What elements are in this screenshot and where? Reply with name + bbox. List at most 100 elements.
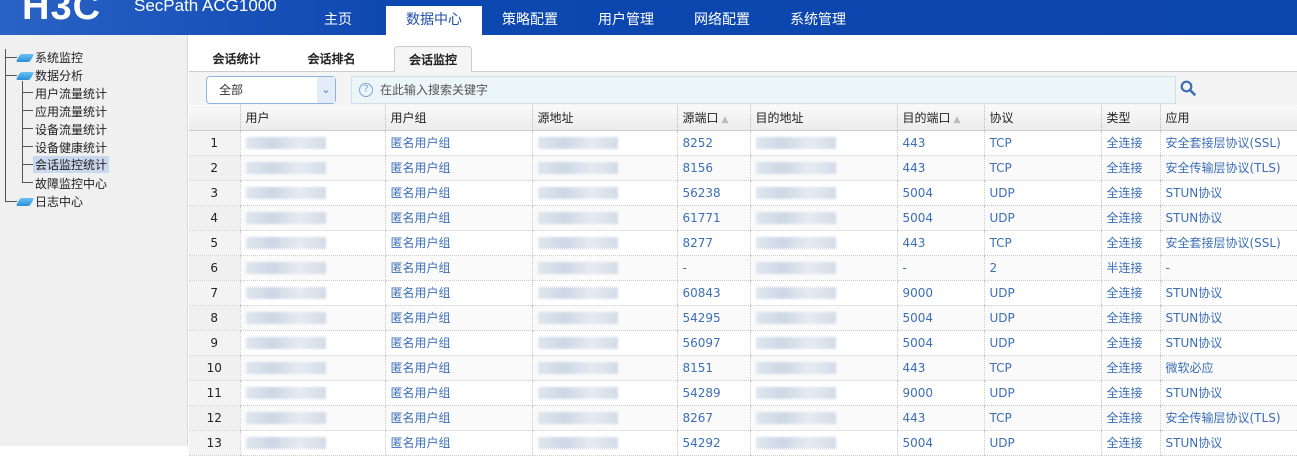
redacted-value: [245, 162, 326, 174]
column-header-dest-address[interactable]: 目的地址: [749, 105, 897, 131]
cell-user: [239, 355, 385, 381]
column-header-user-group[interactable]: 用户组: [384, 105, 532, 131]
cell-dest-address: [749, 280, 897, 306]
column-header-type[interactable]: 类型: [1100, 105, 1160, 131]
tree-line: [5, 201, 17, 202]
table-row[interactable]: 1 匿名用户组 8252 443 TCP 全连接 安全套接层协议(SSL): [189, 130, 1297, 156]
redacted-value: [245, 137, 326, 149]
table-row[interactable]: 10 匿名用户组 8151 443 TCP 全连接 微软必应: [189, 355, 1297, 381]
cell-source-port: 8151: [676, 355, 750, 381]
filter-select[interactable]: 全部 ⌄: [206, 76, 336, 104]
sidebar-group-data-analysis[interactable]: 数据分析: [15, 67, 83, 84]
table-row[interactable]: 5 匿名用户组 8277 443 TCP 全连接 安全套接层协议(SSL): [189, 230, 1297, 256]
sidebar-group-system-monitor[interactable]: 系统监控: [15, 49, 83, 66]
redacted-value: [755, 237, 836, 249]
sidebar-item-fault-monitor[interactable]: 故障监控中心: [35, 175, 107, 192]
cell-source-address: [531, 305, 677, 331]
cell-source-port: 8267: [676, 405, 750, 431]
cell-application: STUN协议: [1159, 330, 1297, 356]
cell-type: 全连接: [1100, 205, 1160, 231]
cell-source-port: 8252: [676, 130, 750, 156]
redacted-value: [537, 162, 618, 174]
cell-source-address: [531, 130, 677, 156]
tab-session-monitor[interactable]: 会话监控: [394, 46, 472, 73]
table-row[interactable]: 13 匿名用户组 54292 5004 UDP 全连接 STUN协议: [189, 430, 1297, 456]
cell-type: 全连接: [1100, 130, 1160, 156]
nav-system[interactable]: 系统管理: [770, 6, 866, 35]
nav-data-center[interactable]: 数据中心: [386, 6, 482, 35]
cell-user: [239, 155, 385, 181]
redacted-value: [537, 387, 618, 399]
column-header-source-port[interactable]: 源端口 ▲: [676, 105, 750, 131]
cell-user-group: 匿名用户组: [384, 255, 532, 281]
sidebar-group-log-center[interactable]: 日志中心: [15, 193, 84, 210]
cell-protocol: UDP: [983, 330, 1101, 356]
tab-session-ranking[interactable]: 会话排名: [294, 46, 369, 72]
table-row[interactable]: 9 匿名用户组 56097 5004 UDP 全连接 STUN协议: [189, 330, 1297, 356]
table-row[interactable]: 7 匿名用户组 60843 9000 UDP 全连接 STUN协议: [189, 280, 1297, 306]
sidebar-item-user-traffic[interactable]: 用户流量统计: [35, 85, 107, 102]
redacted-value: [755, 437, 836, 449]
cell-application: STUN协议: [1159, 205, 1297, 231]
table-row[interactable]: 12 匿名用户组 8267 443 TCP 全连接 安全传输层协议(TLS): [189, 405, 1297, 431]
table-row[interactable]: 4 匿名用户组 61771 5004 UDP 全连接 STUN协议: [189, 205, 1297, 231]
redacted-value: [755, 137, 836, 149]
cell-source-address: [531, 205, 677, 231]
cell-row-number: 9: [189, 330, 240, 356]
tab-session-stats[interactable]: 会话统计: [199, 46, 274, 72]
table-row[interactable]: 3 匿名用户组 56238 5004 UDP 全连接 STUN协议: [189, 180, 1297, 206]
cell-row-number: 6: [189, 255, 240, 281]
redacted-value: [537, 137, 618, 149]
search-input[interactable]: ? 在此输入搜索关键字: [351, 76, 1176, 104]
sidebar-item-device-health[interactable]: 设备健康统计: [35, 139, 107, 156]
table-row[interactable]: 11 匿名用户组 54289 9000 UDP 全连接 STUN协议: [189, 380, 1297, 406]
sort-icon[interactable]: ▲: [954, 115, 961, 125]
chevron-down-icon: ⌄: [317, 77, 335, 103]
sidebar-item-device-traffic[interactable]: 设备流量统计: [35, 121, 107, 138]
cell-application: 安全传输层协议(TLS): [1159, 405, 1297, 431]
table-row[interactable]: 6 匿名用户组 - -2 半连接 -: [189, 255, 1297, 281]
nav-users[interactable]: 用户管理: [578, 6, 674, 35]
cell-type: 全连接: [1100, 380, 1160, 406]
column-header-protocol[interactable]: 协议: [983, 105, 1101, 131]
cell-row-number: 4: [189, 205, 240, 231]
column-header-row-number: [189, 105, 240, 131]
cell-application: STUN协议: [1159, 430, 1297, 456]
nav-network[interactable]: 网络配置: [674, 6, 770, 35]
cell-user: [239, 180, 385, 206]
cell-user-group: 匿名用户组: [384, 205, 532, 231]
group-label: 日志中心: [35, 195, 84, 209]
redacted-value: [755, 287, 836, 299]
sidebar-item-session-monitor[interactable]: 会话监控统计: [33, 156, 110, 173]
search-icon[interactable]: [1180, 80, 1196, 96]
help-icon: ?: [359, 83, 373, 97]
cell-protocol: 2: [983, 255, 1101, 281]
header-label: 目的地址: [755, 110, 804, 125]
sidebar-item-app-traffic[interactable]: 应用流量统计: [35, 103, 107, 120]
cell-row-number: 13: [189, 430, 240, 456]
cell-user: [239, 305, 385, 331]
redacted-value: [537, 237, 618, 249]
column-header-source-address[interactable]: 源地址: [531, 105, 677, 131]
redacted-value: [755, 387, 836, 399]
redacted-value: [755, 312, 836, 324]
cell-source-port: 56238: [676, 180, 750, 206]
redacted-value: [245, 412, 326, 424]
table-row[interactable]: 8 匿名用户组 54295 5004 UDP 全连接 STUN协议: [189, 305, 1297, 331]
sort-icon[interactable]: ▲: [722, 115, 729, 125]
cell-dest-port: 443: [896, 405, 984, 431]
column-header-user[interactable]: 用户: [239, 105, 385, 131]
tree-line: [22, 146, 33, 147]
nav-policy[interactable]: 策略配置: [482, 6, 578, 35]
cell-source-address: [531, 430, 677, 456]
cell-protocol: TCP: [983, 355, 1101, 381]
tree-line: [22, 164, 33, 165]
nav-home[interactable]: 主页: [290, 6, 386, 35]
column-header-application[interactable]: 应用: [1159, 105, 1297, 131]
tree-line: [5, 57, 17, 58]
column-header-dest-port[interactable]: 目的端口 ▲: [896, 105, 984, 131]
cell-user: [239, 405, 385, 431]
table-row[interactable]: 2 匿名用户组 8156 443 TCP 全连接 安全传输层协议(TLS): [189, 155, 1297, 181]
tree-line: [22, 81, 23, 183]
redacted-value: [245, 312, 326, 324]
